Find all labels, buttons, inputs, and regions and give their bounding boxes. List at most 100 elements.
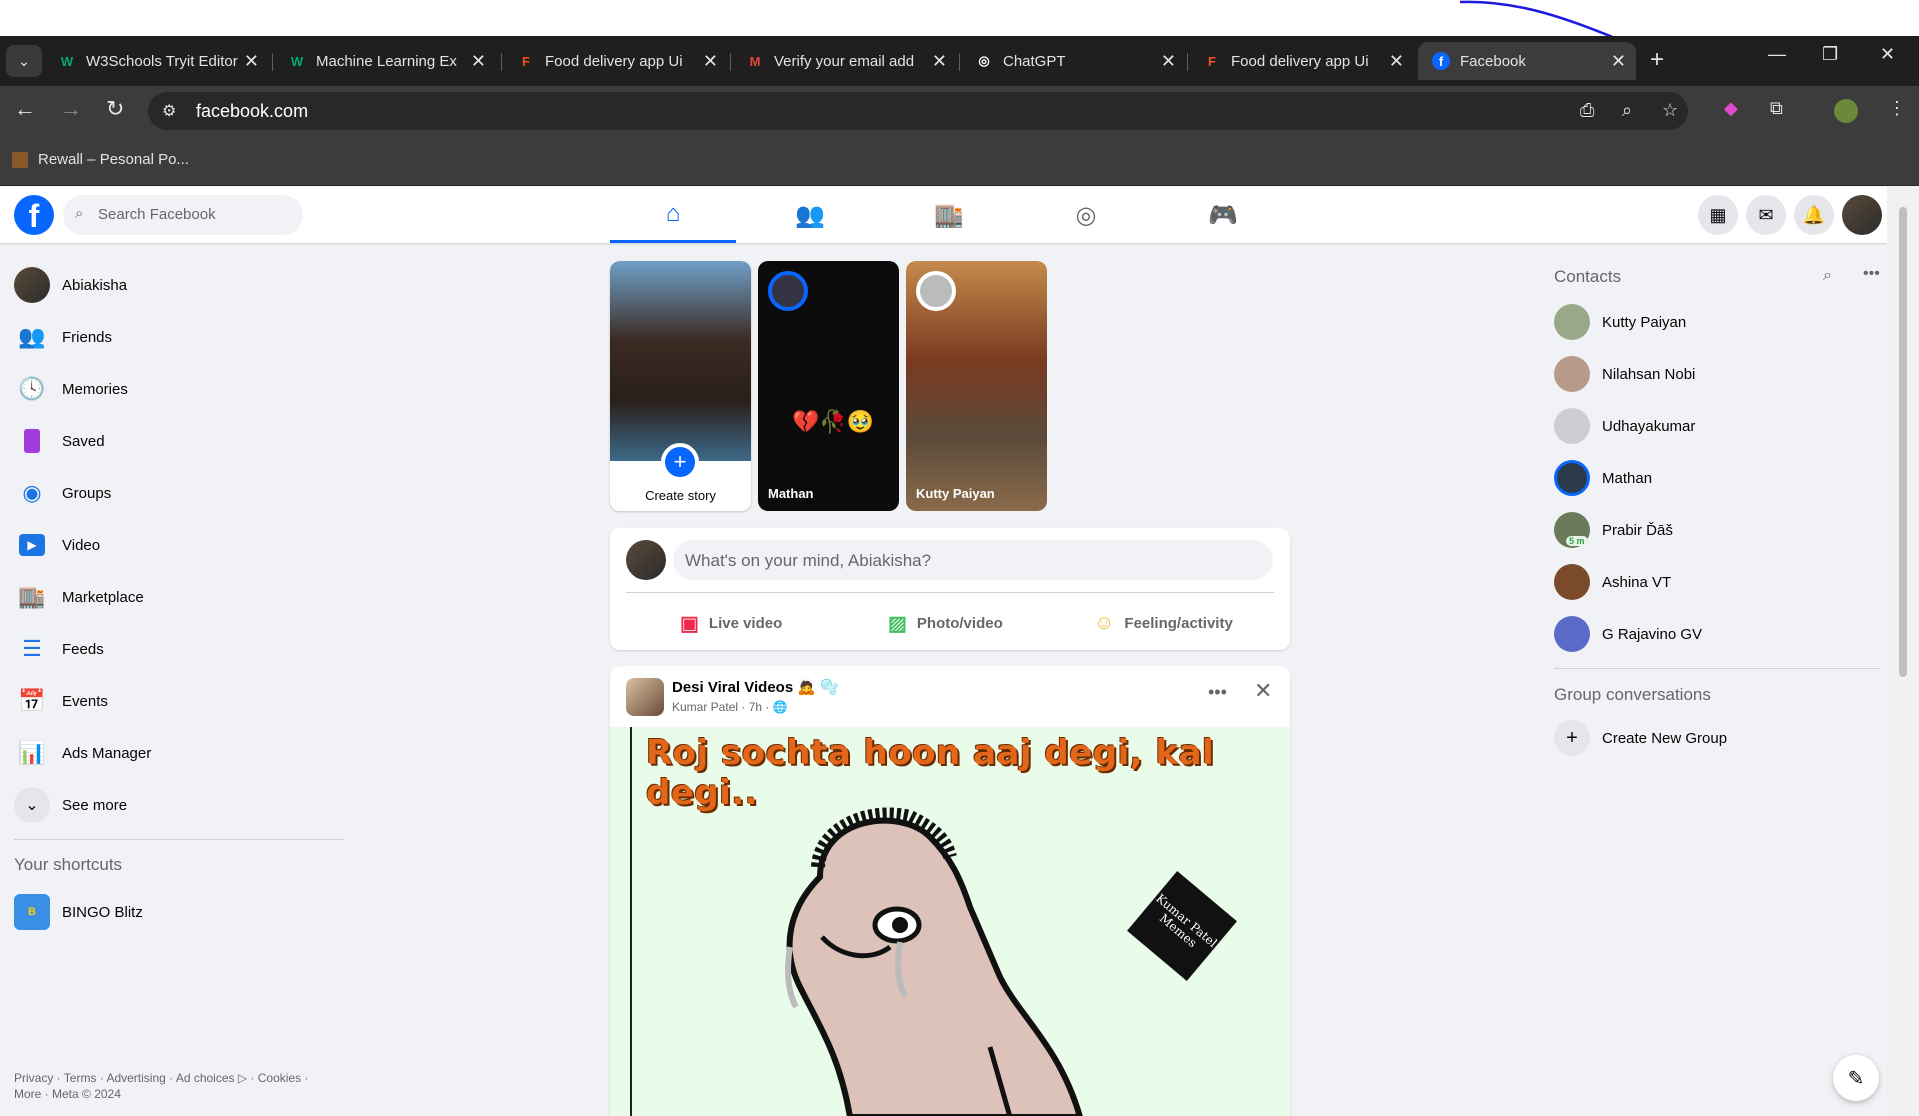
page-avatar[interactable] <box>626 678 664 716</box>
tab-search-dropdown[interactable]: ⌄ <box>6 45 42 77</box>
photo-video-button[interactable]: ▨ Photo/video <box>888 603 1003 643</box>
browser-tab[interactable]: W Machine Learning Ex ✕ <box>274 42 496 80</box>
close-icon[interactable]: ✕ <box>1389 51 1404 72</box>
new-message-button[interactable]: ✎ <box>1833 1055 1879 1101</box>
menu-kebab-icon[interactable]: ⋮ <box>1888 98 1906 119</box>
contact-name: Kutty Paiyan <box>1602 313 1687 331</box>
menu-grid-button[interactable]: ▦ <box>1698 195 1738 235</box>
nav-gaming-tab[interactable]: 🎮 <box>1160 187 1286 243</box>
profile-avatar[interactable] <box>1834 99 1858 123</box>
browser-tab[interactable]: F Food delivery app Ui ✕ <box>503 42 728 80</box>
contact-item[interactable]: 5 m Prabir Ďāš <box>1548 504 1878 556</box>
site-info-icon[interactable]: ⚙ <box>162 101 176 121</box>
back-button[interactable]: ← <box>14 96 36 122</box>
divider <box>14 839 344 840</box>
browser-tab[interactable]: W W3Schools Tryit Editor ✕ <box>44 42 269 80</box>
zoom-icon[interactable]: ⌕ <box>1622 100 1632 121</box>
sidebar-item-groups[interactable]: ◉ Groups <box>8 468 343 518</box>
browser-toolbar: ← → ↻ ⚙ facebook.com ⎙ ⌕ ☆ ◆ ⧉ ⋮ <box>0 86 1919 136</box>
sidebar-item-events[interactable]: 📅 Events <box>8 676 343 726</box>
bookmark-star-icon[interactable]: ☆ <box>1662 100 1678 121</box>
nav-friends-tab[interactable]: 👥 <box>747 187 873 243</box>
page-scrollbar[interactable] <box>1887 187 1919 1116</box>
post-author[interactable]: Kumar Patel <box>672 700 738 714</box>
more-options-icon[interactable]: ••• <box>1863 265 1880 283</box>
close-icon[interactable]: ✕ <box>471 51 486 72</box>
bookmark-item[interactable]: Rewall – Pesonal Po... <box>12 151 189 168</box>
close-icon[interactable]: ✕ <box>1254 678 1272 704</box>
story-card[interactable]: Kutty Paiyan <box>906 261 1047 511</box>
window-close-button[interactable]: ✕ <box>1880 44 1895 65</box>
close-icon[interactable]: ✕ <box>932 51 947 72</box>
contact-name: Prabir Ďāš <box>1602 521 1673 539</box>
sidebar-item-profile[interactable]: Abiakisha <box>8 260 343 310</box>
feeling-icon: ☺ <box>1094 611 1115 634</box>
bell-icon: 🔔 <box>1802 204 1826 225</box>
install-app-icon[interactable]: ⎙ <box>1580 100 1594 121</box>
facebook-logo[interactable]: f <box>14 195 54 235</box>
more-options-icon[interactable]: ••• <box>1208 682 1227 703</box>
close-icon[interactable]: ✕ <box>1611 51 1626 72</box>
sidebar-item-video[interactable]: ▶ Video <box>8 520 343 570</box>
close-icon[interactable]: ✕ <box>1161 51 1176 72</box>
create-group-button[interactable]: + Create New Group <box>1548 712 1878 764</box>
post-title[interactable]: Desi Viral Videos 🙇 🫧 <box>672 678 839 696</box>
avatar <box>1554 616 1590 652</box>
story-card[interactable]: 💔🥀🥹 Mathan <box>758 261 899 511</box>
divider <box>626 592 1274 593</box>
minimize-button[interactable]: — <box>1768 44 1786 65</box>
contact-item[interactable]: Udhayakumar <box>1548 400 1878 452</box>
bookmarks-bar: Rewall – Pesonal Po... <box>0 136 1919 186</box>
meme-drawing <box>785 807 1083 1116</box>
shortcut-item[interactable]: B BINGO Blitz <box>8 887 343 937</box>
search-icon[interactable]: ⌕ <box>1823 267 1832 285</box>
extensions-puzzle-icon[interactable]: ⧉ <box>1770 98 1783 119</box>
live-video-button[interactable]: ▣ Live video <box>680 603 782 643</box>
forward-button[interactable]: → <box>60 96 82 122</box>
composer-input[interactable]: What's on your mind, Abiakisha? <box>673 540 1273 580</box>
browser-tab-active[interactable]: f Facebook ✕ <box>1418 42 1636 80</box>
tab-title: Food delivery app Ui <box>1231 52 1369 70</box>
sidebar-item-label: Feeds <box>62 640 104 658</box>
scrollbar-thumb[interactable] <box>1899 207 1907 677</box>
create-story-card[interactable]: + Create story <box>610 261 751 511</box>
extension-icon[interactable]: ◆ <box>1724 98 1738 119</box>
notifications-button[interactable]: 🔔 <box>1794 195 1834 235</box>
contact-item[interactable]: Mathan <box>1548 452 1878 504</box>
url-text: facebook.com <box>196 101 309 121</box>
nav-marketplace-tab[interactable]: 🏬 <box>886 187 1012 243</box>
feeling-activity-button[interactable]: ☺ Feeling/activity <box>1094 603 1233 643</box>
restore-button[interactable]: ❐ <box>1822 44 1838 65</box>
new-tab-button[interactable]: + <box>1650 46 1664 74</box>
nav-groups-tab[interactable]: ◎ <box>1023 187 1149 243</box>
browser-tab[interactable]: ◎ ChatGPT ✕ <box>961 42 1186 80</box>
sidebar-item-saved[interactable]: Saved <box>8 416 343 466</box>
sidebar-item-memories[interactable]: 🕓 Memories <box>8 364 343 414</box>
sidebar-item-feeds[interactable]: ☰ Feeds <box>8 624 343 674</box>
sidebar-item-marketplace[interactable]: 🏬 Marketplace <box>8 572 343 622</box>
post-time[interactable]: 7h <box>749 700 762 714</box>
contact-item[interactable]: G Rajavino GV <box>1548 608 1878 660</box>
close-icon[interactable]: ✕ <box>703 51 718 72</box>
sidebar-item-ads-manager[interactable]: 📊 Ads Manager <box>8 728 343 778</box>
sidebar-see-more[interactable]: ⌄ See more <box>8 780 343 830</box>
contact-item[interactable]: Ashina VT <box>1548 556 1878 608</box>
contact-item[interactable]: Kutty Paiyan <box>1548 296 1878 348</box>
browser-tab-bar: ⌄ W W3Schools Tryit Editor ✕ W Machine L… <box>0 36 1919 86</box>
footer-links[interactable]: Privacy · Terms · Advertising · Ad choic… <box>14 1070 334 1102</box>
browser-tab[interactable]: F Food delivery app Ui ✕ <box>1189 42 1414 80</box>
nav-home-tab[interactable]: ⌂ <box>610 187 736 243</box>
search-input[interactable]: ⌕ Search Facebook <box>63 195 303 235</box>
plus-icon: + <box>661 443 699 481</box>
contact-item[interactable]: Nilahsan Nobi <box>1548 348 1878 400</box>
browser-tab[interactable]: M Verify your email add ✕ <box>732 42 957 80</box>
reload-button[interactable]: ↻ <box>106 96 124 122</box>
ads-manager-icon: 📊 <box>18 740 46 765</box>
sidebar-item-friends[interactable]: 👥 Friends <box>8 312 343 362</box>
address-bar[interactable]: ⚙ facebook.com ⎙ ⌕ ☆ <box>148 92 1688 130</box>
account-avatar[interactable] <box>1842 195 1882 235</box>
messenger-button[interactable]: ✉ <box>1746 195 1786 235</box>
close-icon[interactable]: ✕ <box>244 51 259 72</box>
post-image[interactable]: Roj sochta hoon aaj degi, kal degi.. Kum… <box>610 727 1290 1116</box>
image-border <box>630 727 632 1116</box>
